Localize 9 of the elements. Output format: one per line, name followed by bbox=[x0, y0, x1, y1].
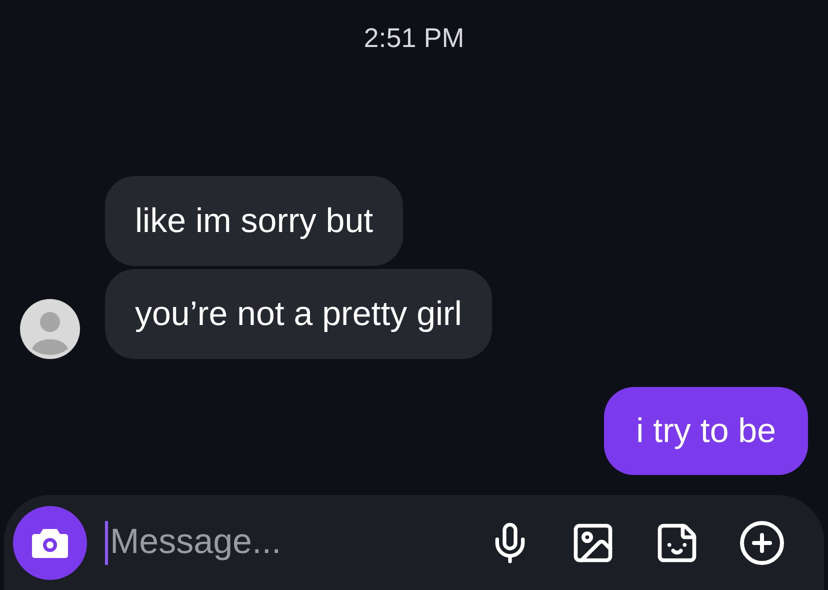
sent-message-bubble: i try to be bbox=[604, 387, 808, 475]
timestamp: 2:51 PM bbox=[364, 22, 464, 55]
add-icon[interactable] bbox=[738, 518, 786, 566]
received-message-bubble: like im sorry but bbox=[105, 176, 404, 266]
message-composer[interactable]: Message... bbox=[4, 495, 824, 590]
received-message-bubble: you’re not a pretty girl bbox=[105, 269, 492, 359]
avatar-icon bbox=[20, 299, 80, 359]
message-field[interactable]: Message... bbox=[110, 516, 488, 569]
text-cursor bbox=[105, 520, 108, 564]
